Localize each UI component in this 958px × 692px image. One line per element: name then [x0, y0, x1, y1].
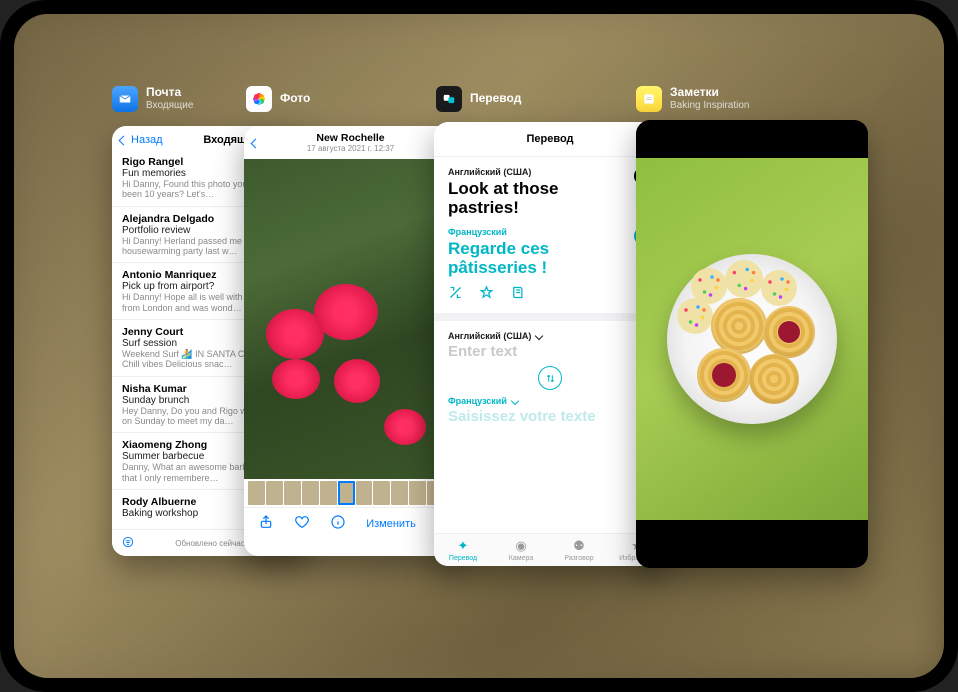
translate-actions [448, 285, 652, 313]
photo-thumbnail-strip[interactable] [244, 479, 466, 507]
back-button[interactable] [252, 134, 261, 152]
ipad-frame: Почта Входящие Фото Перевод [0, 0, 958, 692]
translate-tabbar: ✦Перевод ◉Камера ⚉Разговор ★Избранное [434, 533, 666, 566]
back-button[interactable]: Назад [120, 134, 163, 146]
source-input-block[interactable]: Английский (США) Enter text [448, 321, 652, 360]
target-input-placeholder[interactable]: Saisissez votre texte [448, 408, 652, 425]
share-icon[interactable] [258, 514, 274, 533]
app-chip-title: Перевод [470, 92, 521, 106]
app-chip-subtitle: Входящие [146, 100, 193, 112]
app-chip-title: Почта [146, 86, 193, 100]
photo-viewer[interactable] [244, 159, 466, 479]
target-input-block[interactable]: Французский Saisissez votre texte [448, 396, 652, 425]
mail-app-icon [112, 86, 138, 112]
notes-app-icon [636, 86, 662, 112]
favorite-icon[interactable] [479, 285, 494, 303]
edit-button[interactable]: Изменить [366, 518, 416, 530]
filter-icon[interactable] [121, 535, 135, 551]
info-icon[interactable] [330, 514, 346, 533]
swap-languages-button[interactable] [448, 366, 652, 390]
photos-toolbar: Изменить [244, 507, 466, 539]
photos-app-icon [246, 86, 272, 112]
target-text: Regarde ces pâtisseries ! [448, 239, 634, 277]
app-chip-notes[interactable]: Заметки Baking Inspiration [636, 86, 750, 112]
tab-camera[interactable]: ◉Камера [492, 534, 550, 566]
plate-image [667, 254, 837, 424]
target-language-label: Французский [448, 227, 634, 237]
app-chip-mail[interactable]: Почта Входящие [112, 86, 193, 112]
translate-app-card[interactable]: Перевод ⋯ Английский (США) Look at those… [434, 122, 666, 566]
photo-location: New Rochelle [261, 132, 440, 144]
app-switcher-screen[interactable]: Почта Входящие Фото Перевод [14, 14, 944, 678]
dictionary-icon[interactable] [510, 285, 525, 303]
source-text: Look at those pastries! [448, 179, 634, 217]
source-language-label: Английский (США) [448, 167, 634, 177]
app-chip-subtitle: Baking Inspiration [670, 100, 750, 112]
tab-conversation[interactable]: ⚉Разговор [550, 534, 608, 566]
photos-navbar: New Rochelle 17 августа 2021 г. 12:37 ⋯ [244, 126, 466, 159]
app-chip-photos[interactable]: Фото [246, 86, 310, 112]
target-input-language[interactable]: Французский [448, 396, 652, 406]
back-label: Назад [131, 134, 163, 146]
favorite-icon[interactable] [294, 514, 310, 533]
expand-icon[interactable] [448, 285, 463, 303]
photos-app-card[interactable]: New Rochelle 17 августа 2021 г. 12:37 ⋯ … [244, 126, 466, 556]
app-chip-title: Заметки [670, 86, 750, 100]
photo-date: 17 августа 2021 г. 12:37 [261, 144, 440, 153]
source-input-language[interactable]: Английский (США) [448, 331, 652, 341]
translate-navbar: Перевод ⋯ [434, 122, 666, 157]
notes-app-card[interactable] [636, 120, 868, 568]
app-chip-translate[interactable]: Перевод [436, 86, 521, 112]
note-photo[interactable] [636, 158, 868, 520]
app-chip-title: Фото [280, 92, 310, 106]
source-input-placeholder[interactable]: Enter text [448, 343, 652, 360]
translate-title: Перевод [462, 133, 638, 145]
updated-label: Обновлено сейчас [175, 539, 244, 548]
tab-translate[interactable]: ✦Перевод [434, 534, 492, 566]
translate-app-icon [436, 86, 462, 112]
